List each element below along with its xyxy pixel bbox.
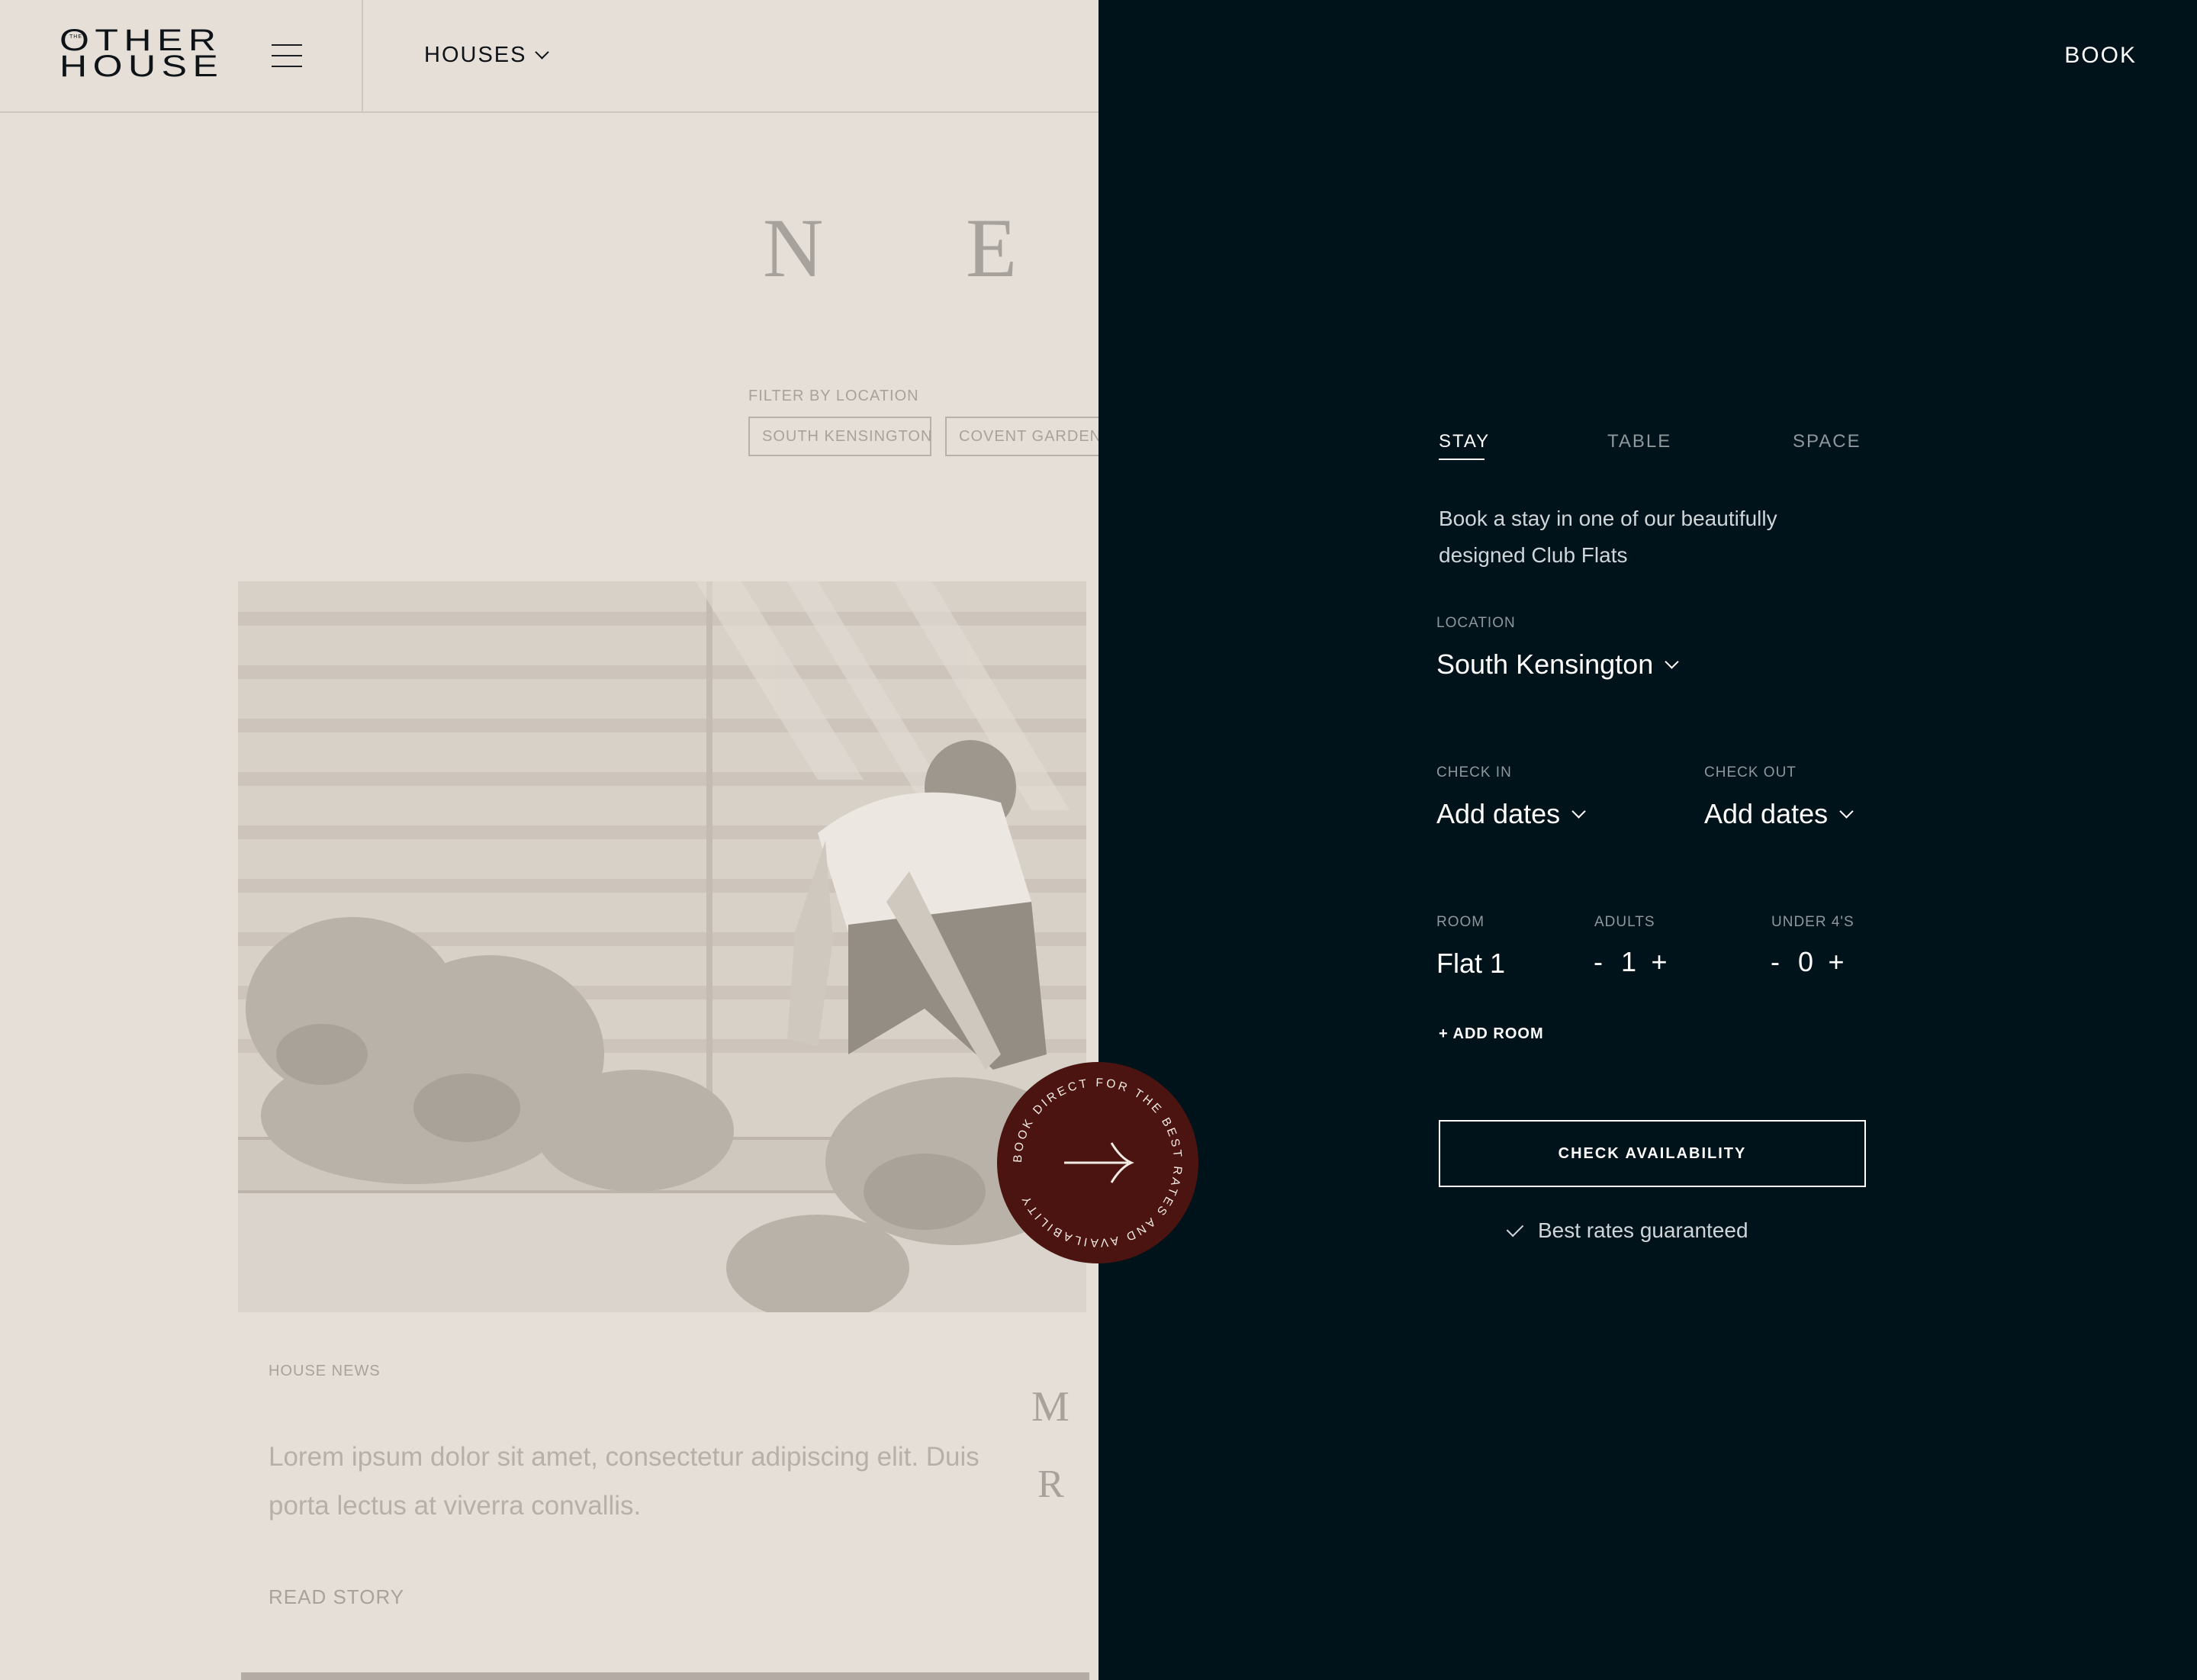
room-label: ROOM (1436, 914, 1485, 930)
adults-stepper: - 1 + (1587, 946, 1671, 978)
houses-dropdown[interactable]: HOUSES (424, 43, 550, 68)
chevron-down-icon (535, 45, 550, 60)
under-4s-stepper: - 0 + (1764, 946, 1848, 978)
gardener-photo-illustration (238, 581, 1086, 1312)
filter-chip-covent-garden[interactable]: COVENT GARDEN (945, 417, 1098, 456)
check-out-label: CHECK OUT (1704, 764, 1797, 780)
under-4s-label: UNDER 4'S (1771, 914, 1854, 930)
adults-increment-button[interactable]: + (1648, 946, 1671, 978)
next-card-edge (241, 1672, 1089, 1680)
read-story-link[interactable]: READ STORY (269, 1585, 404, 1609)
add-room-button[interactable]: + ADD ROOM (1439, 1025, 1544, 1043)
decorative-letter-n: N (763, 201, 824, 294)
content-panel: THE OTHER HOUSE HOUSES N E FILTER BY LOC… (0, 0, 1098, 1680)
book-direct-badge[interactable]: BOOK DIRECT FOR THE BEST RATES AND AVAIL… (997, 1062, 1198, 1263)
chevron-down-icon (1571, 803, 1586, 819)
checkmark-icon (1506, 1219, 1524, 1237)
decorative-letter-e: E (966, 201, 1018, 294)
tab-table[interactable]: TABLE (1607, 431, 1671, 452)
house-news-excerpt: Lorem ipsum dolor sit amet, consectetur … (269, 1442, 979, 1521)
site-header: THE OTHER HOUSE HOUSES (0, 0, 1098, 113)
location-value: South Kensington (1436, 649, 1654, 680)
location-label: LOCATION (1436, 615, 1516, 631)
houses-label: HOUSES (424, 43, 527, 67)
tab-stay[interactable]: STAY (1439, 431, 1490, 460)
house-news-label: HOUSE NEWS (269, 1363, 381, 1379)
chevron-down-icon (1839, 803, 1854, 819)
filter-label: FILTER BY LOCATION (748, 388, 919, 404)
chevron-down-icon (1665, 654, 1679, 669)
check-availability-button[interactable]: CHECK AVAILABILITY (1439, 1120, 1866, 1187)
the-other-house-logo[interactable]: THE OTHER HOUSE (60, 25, 218, 82)
book-link[interactable]: BOOK (2064, 43, 2137, 69)
check-in-label: CHECK IN (1436, 764, 1512, 780)
under-4s-decrement-button[interactable]: - (1764, 946, 1787, 978)
booking-panel: BOOK STAY TABLE SPACE Book a stay in one… (1098, 0, 2197, 1680)
logo-line-2: HOUSE (60, 50, 224, 83)
room-value: Flat 1 (1436, 948, 1506, 979)
adults-decrement-button[interactable]: - (1587, 946, 1610, 978)
check-in-picker[interactable]: Add dates (1436, 798, 1586, 830)
best-rates-text: Best rates guaranteed (1538, 1218, 1748, 1242)
check-in-value: Add dates (1436, 798, 1561, 829)
under-4s-value: 0 (1797, 946, 1814, 977)
decorative-letter-m: M (1031, 1383, 1070, 1431)
adults-label: ADULTS (1594, 914, 1655, 930)
check-out-value: Add dates (1704, 798, 1829, 829)
decorative-letter-r: R (1037, 1463, 1064, 1506)
under-4s-increment-button[interactable]: + (1825, 946, 1848, 978)
booking-intro: Book a stay in one of our beautifully de… (1439, 507, 1777, 567)
adults-value: 1 (1620, 946, 1637, 977)
filter-chip-south-kensington[interactable]: SOUTH KENSINGTON (748, 417, 931, 456)
tab-space[interactable]: SPACE (1793, 431, 1861, 452)
best-rates-note: Best rates guaranteed (1506, 1218, 1748, 1243)
header-divider (362, 0, 363, 111)
check-out-picker[interactable]: Add dates (1704, 798, 1854, 830)
location-select[interactable]: South Kensington (1436, 649, 1679, 681)
book-direct-badge-graphic: BOOK DIRECT FOR THE BEST RATES AND AVAIL… (997, 1062, 1198, 1263)
hamburger-menu-icon[interactable] (272, 43, 302, 69)
house-news-image[interactable] (238, 581, 1086, 1312)
